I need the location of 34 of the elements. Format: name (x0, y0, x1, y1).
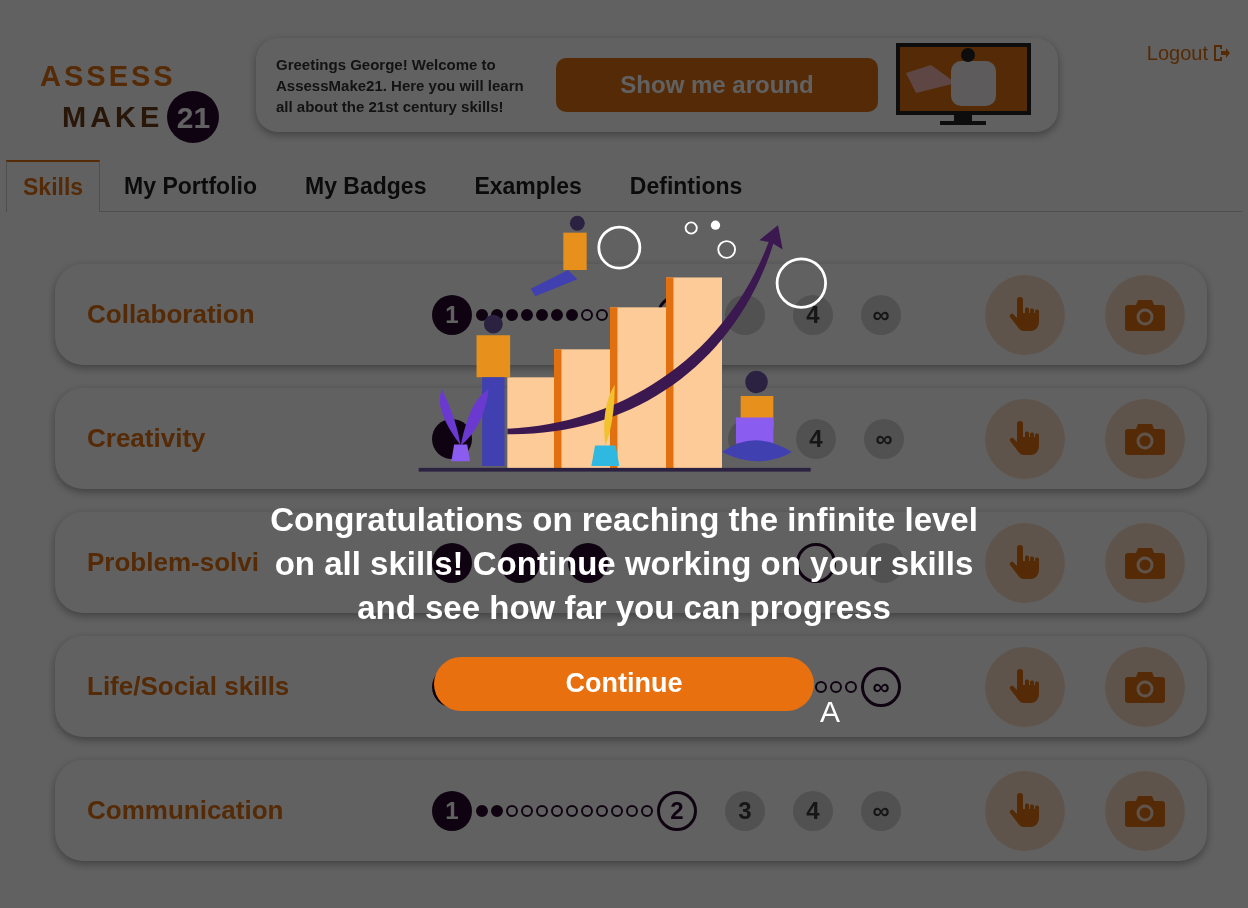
tab[interactable]: My Portfolio (100, 160, 281, 211)
logout-link[interactable]: Logout (1146, 38, 1242, 68)
camera-icon (1125, 669, 1165, 704)
logo-text: ASSESS (40, 62, 177, 91)
tab[interactable]: Defintions (605, 160, 767, 211)
greeting-text: Greetings George! Welcome to AssessMake21. Here you will learn all about the 21st century skills! (276, 54, 525, 117)
level-badge: ∞ (861, 294, 901, 335)
skill-name: Life/Social skills (87, 671, 290, 701)
skill-name: Creativity (87, 423, 206, 453)
logo-text: MAKE (61, 102, 164, 132)
letter-mark: A (820, 694, 840, 730)
level-badge: 4 (793, 294, 833, 335)
level-badge: ∞ (864, 418, 904, 459)
level-badge: ∞ (861, 666, 901, 707)
tour-button[interactable]: Show me around (556, 58, 878, 112)
level-badge: 1 (432, 294, 472, 335)
level-badge: 3 (725, 790, 765, 831)
camera-icon (1125, 545, 1165, 580)
level-badge: 1 (432, 790, 472, 831)
skill-name: Collaboration (87, 299, 255, 329)
level-badge: 4 (793, 790, 833, 831)
camera-icon (1125, 297, 1165, 332)
skill-name: Problem-solvi (87, 547, 259, 577)
tab[interactable]: Skills (6, 159, 101, 212)
level-badge: 4 (796, 418, 836, 459)
skill-name: Communication (87, 795, 284, 825)
tab[interactable]: Examples (450, 160, 606, 211)
logo-badge: 21 (167, 91, 220, 143)
level-badge: 2 (657, 790, 697, 831)
tab[interactable]: My Badges (281, 160, 451, 211)
level-badge: ∞ (861, 790, 901, 831)
camera-icon (1125, 793, 1165, 828)
camera-icon (1125, 421, 1165, 456)
exit-icon (1212, 44, 1230, 62)
